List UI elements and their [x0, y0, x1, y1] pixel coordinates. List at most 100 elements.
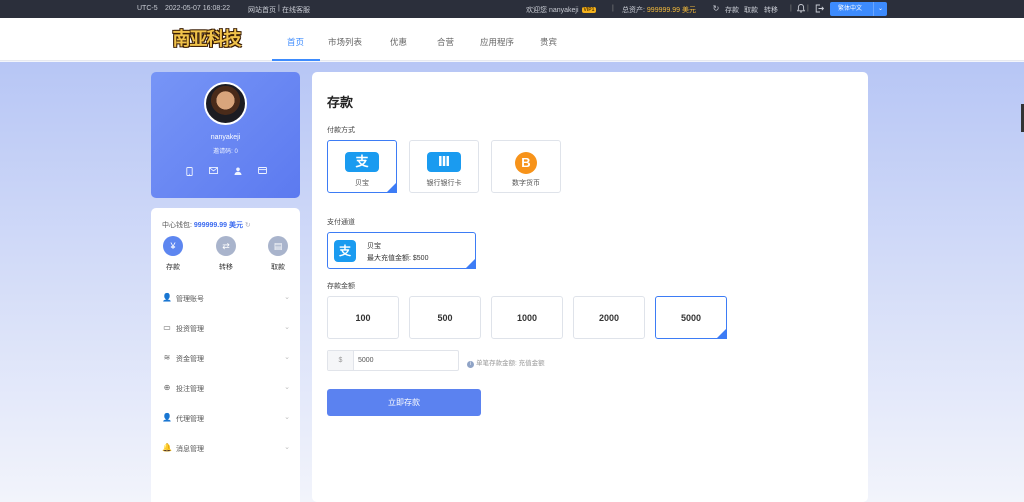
- nav-app[interactable]: 应用程序: [480, 36, 514, 48]
- page-title: 存款: [327, 95, 354, 110]
- quick-withdraw-button[interactable]: ▤ 取款: [263, 236, 293, 272]
- chevron-down-icon: ⌄: [284, 414, 290, 421]
- amount-option[interactable]: 1000: [491, 296, 563, 339]
- selected-corner-icon: [386, 182, 397, 193]
- menu-label: 资金管理: [176, 356, 204, 363]
- agent-icon: 👤: [162, 413, 172, 422]
- profile-card: nanyakeji 邀请码: 0: [151, 72, 300, 198]
- language-select[interactable]: 繁体中文 ⌄: [830, 2, 887, 16]
- channel-name: 贝宝: [367, 243, 381, 250]
- paypal-icon: 支: [334, 240, 356, 262]
- mail-icon[interactable]: [208, 167, 218, 177]
- sidebar: 中心钱包: 999999.99 美元 ↻ ¥ 存款 ⇄ 转移 ▤ 取款 👤 管理…: [151, 208, 300, 502]
- transfer-link[interactable]: 转移: [764, 5, 778, 15]
- card-icon[interactable]: [257, 167, 267, 177]
- withdraw-link[interactable]: 取款: [744, 5, 758, 15]
- refresh-icon[interactable]: ↻: [245, 222, 251, 229]
- database-icon: ≋: [163, 353, 171, 362]
- wallet-value: 999999.99 美元: [193, 222, 243, 229]
- menu-fund-management[interactable]: ≋ 资金管理 ⌄: [151, 353, 300, 383]
- paypal-icon: 支: [345, 152, 379, 172]
- total-assets: 总资产: 999999.99 美元: [622, 5, 696, 15]
- deposit-link[interactable]: 存款: [725, 5, 739, 15]
- online-service-link[interactable]: 在线客服: [282, 5, 310, 15]
- amount-option-selected[interactable]: 5000: [655, 296, 727, 339]
- separator: |: [612, 5, 614, 12]
- phone-icon[interactable]: [184, 167, 194, 177]
- hint-text: 单笔存款金额: 充值金额: [476, 360, 545, 367]
- datetime: 2022-05-07 16:08:22: [165, 5, 230, 12]
- logo[interactable]: 南亚科技: [169, 24, 244, 52]
- chevron-down-icon: ⌄: [284, 444, 290, 451]
- selected-corner-icon: [716, 328, 727, 339]
- bank-icon: Ⅲ: [427, 152, 461, 172]
- menu-label: 投注管理: [176, 386, 204, 393]
- logout-icon[interactable]: [814, 4, 824, 14]
- briefcase-icon: ▭: [163, 323, 171, 332]
- currency-symbol: $: [328, 351, 354, 370]
- quick-deposit-button[interactable]: ¥ 存款: [158, 236, 188, 272]
- amount-input-group: $: [327, 350, 459, 371]
- channel-paypal[interactable]: 支 贝宝 最大充值金额: $500: [327, 232, 476, 269]
- vip-badge: VIP1: [581, 7, 597, 13]
- menu-agent-management[interactable]: 👤 代理管理 ⌄: [151, 413, 300, 443]
- main-nav: 南亚科技 首页 市场列表 优惠 合营 应用程序 贵宾: [0, 18, 1024, 61]
- pay-method-label: 银行银行卡: [426, 180, 462, 187]
- pay-method-label: 付款方式: [327, 127, 355, 134]
- nav-active-indicator: [272, 59, 320, 61]
- chevron-down-icon: ⌄: [284, 324, 290, 331]
- menu-label: 投资管理: [176, 326, 204, 333]
- amount-option[interactable]: 2000: [573, 296, 645, 339]
- menu-label: 管理账号: [176, 296, 204, 303]
- separator: |: [807, 5, 809, 12]
- pay-method-paypal[interactable]: 支 贝宝: [327, 140, 397, 193]
- total-assets-value: 999999.99 美元: [646, 7, 696, 14]
- invite-code: 邀请码: 0: [213, 149, 238, 155]
- pay-method-label: 数字货币: [512, 180, 540, 187]
- menu-message-management[interactable]: 🔔 消息管理 ⌄: [151, 443, 300, 473]
- avatar[interactable]: [204, 82, 247, 125]
- separator: |: [278, 5, 280, 12]
- chevron-down-icon: ⌄: [284, 294, 290, 301]
- nav-home[interactable]: 首页: [287, 36, 304, 48]
- bell-icon[interactable]: [796, 4, 806, 14]
- refresh-icon[interactable]: ↻: [711, 4, 721, 14]
- site-home-link[interactable]: 网站首页: [248, 5, 276, 15]
- menu-bet-management[interactable]: ⊕ 投注管理 ⌄: [151, 383, 300, 413]
- amount-hint: i 单笔存款金额: 充值金额: [467, 357, 545, 368]
- menu-label: 代理管理: [176, 416, 204, 423]
- nav-affiliate[interactable]: 合营: [437, 36, 454, 48]
- chevron-down-icon: ⌄: [873, 2, 887, 16]
- amount-label: 存款金额: [327, 283, 355, 290]
- amount-option[interactable]: 100: [327, 296, 399, 339]
- wallet-icon: ▤: [268, 236, 288, 256]
- amount-input[interactable]: [358, 354, 454, 367]
- amount-option-label: 5000: [680, 313, 702, 323]
- nav-promotions[interactable]: 优惠: [390, 36, 407, 48]
- quick-deposit-label: 存款: [166, 264, 180, 271]
- quick-transfer-button[interactable]: ⇄ 转移: [211, 236, 241, 272]
- language-label: 繁体中文: [838, 6, 863, 12]
- user-icon[interactable]: [233, 167, 243, 177]
- user-icon: 👤: [162, 293, 172, 302]
- timezone: UTC-5: [137, 5, 158, 12]
- pay-method-crypto[interactable]: B 数字货币: [491, 140, 561, 193]
- pay-method-bank-card[interactable]: Ⅲ 银行银行卡: [409, 140, 479, 193]
- chevron-down-icon: ⌄: [284, 354, 290, 361]
- deposit-submit-button[interactable]: 立即存款: [327, 389, 481, 416]
- chevron-down-icon: ⌄: [284, 384, 290, 391]
- bitcoin-icon: B: [515, 152, 537, 174]
- top-bar: UTC-5 2022-05-07 16:08:22 网站首页 | 在线客服 欢迎…: [0, 0, 1024, 18]
- nav-vip[interactable]: 贵宾: [540, 36, 557, 48]
- bell-icon: 🔔: [162, 443, 172, 452]
- profile-username: nanyakeji: [210, 134, 241, 141]
- quick-transfer-label: 转移: [219, 264, 233, 271]
- deposit-panel: 存款 付款方式 支 贝宝 Ⅲ 银行银行卡 B 数字货币 支付通道 支 贝宝 最大…: [312, 72, 868, 502]
- channel-max: 最大充值金额: $500: [367, 255, 429, 262]
- amount-option[interactable]: 500: [409, 296, 481, 339]
- nav-market-list[interactable]: 市场列表: [328, 36, 362, 48]
- menu-investment-management[interactable]: ▭ 投资管理 ⌄: [151, 323, 300, 353]
- menu-label: 消息管理: [176, 446, 204, 453]
- separator: |: [790, 5, 792, 12]
- menu-account-management[interactable]: 👤 管理账号 ⌄: [151, 293, 300, 323]
